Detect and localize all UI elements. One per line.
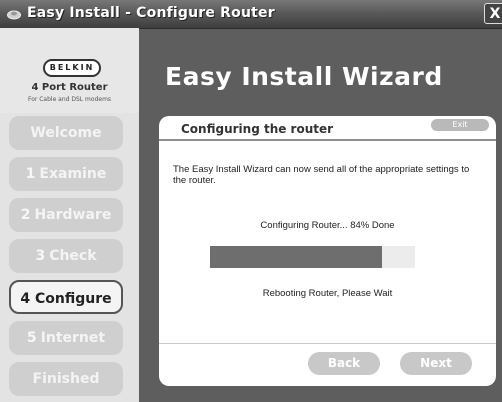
title-bar: Easy Install - Configure Router X (0, 0, 502, 29)
exit-button[interactable]: Exit (431, 119, 489, 131)
step-label: Check (49, 248, 97, 264)
step-examine[interactable]: 1 Examine (9, 157, 123, 191)
content-panel: Configuring the router Exit The Easy Ins… (159, 116, 496, 386)
step-label: Finished (32, 371, 100, 387)
step-number: 1 (25, 166, 36, 182)
step-label: Hardware (34, 207, 112, 223)
step-number: 3 (35, 248, 46, 264)
step-configure[interactable]: 4 Configure (9, 280, 123, 314)
product-name: 4 Port Router (31, 82, 108, 93)
product-logo-area: BELKIN 4 Port Router For Cable and DSL m… (0, 28, 139, 113)
header-divider (159, 139, 496, 141)
progress-bar (210, 246, 415, 268)
back-button[interactable]: Back (308, 352, 380, 375)
progress-fill (210, 246, 383, 268)
progress-label: Configuring Router... 84% Done (260, 220, 395, 231)
step-check[interactable]: 3 Check (9, 239, 123, 273)
close-button[interactable]: X (484, 3, 502, 24)
product-subtitle: For Cable and DSL modems (27, 96, 112, 103)
app-icon (7, 10, 21, 20)
panel-title: Configuring the router (181, 122, 334, 136)
step-welcome[interactable]: Welcome (9, 116, 123, 150)
step-number: 5 (26, 330, 37, 346)
step-label: Welcome (30, 125, 102, 141)
description-text: The Easy Install Wizard can now send all… (173, 164, 470, 186)
status-text: Rebooting Router, Please Wait (262, 288, 393, 299)
sidebar: BELKIN 4 Port Router For Cable and DSL m… (0, 28, 139, 402)
step-label: Internet (40, 330, 106, 346)
step-finished[interactable]: Finished (9, 362, 123, 396)
step-number: 2 (20, 207, 31, 223)
step-label: 4 Configure (20, 291, 112, 307)
step-hardware[interactable]: 2 Hardware (9, 198, 123, 232)
step-label: Examine (39, 166, 107, 182)
panel-header: Configuring the router Exit (159, 116, 496, 138)
step-internet[interactable]: 5 Internet (9, 321, 123, 355)
belkin-logo: BELKIN (43, 59, 101, 77)
window-title: Easy Install - Configure Router (27, 5, 275, 21)
next-button[interactable]: Next (400, 352, 472, 375)
wizard-title: Easy Install Wizard (165, 62, 443, 91)
footer-divider (159, 343, 496, 344)
